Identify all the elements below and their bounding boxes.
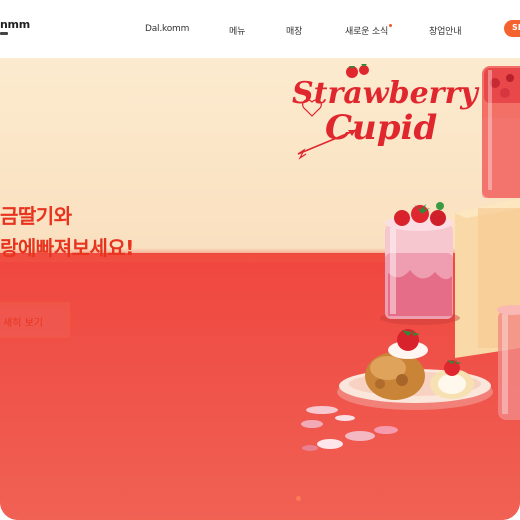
hero-banner: Strawberry Cupid 금딸기와 랑에빠져보세요! 세히 보기 <box>0 58 520 520</box>
hero-headline-line2: 랑에빠져보세요! <box>0 236 134 260</box>
logo-mark <box>0 32 8 35</box>
nav-item-news-label: 새로운 소식 <box>345 27 389 37</box>
drink-glass-right-bottom <box>497 305 520 420</box>
page-frame: nmm Dal.komm 메뉴 매장 새로운 소식 창업안내 SI Strawb… <box>0 0 520 520</box>
heart-petals <box>301 406 398 451</box>
site-logo[interactable]: nmm <box>0 18 30 31</box>
nav-item-franchise[interactable]: 창업안내 <box>429 24 462 37</box>
promo-title-cupid: Cupid <box>325 108 438 148</box>
new-indicator-dot <box>389 24 393 27</box>
nav-item-menu[interactable]: 메뉴 <box>229 24 245 37</box>
drink-glass-right-top <box>482 66 520 198</box>
nav-item-store[interactable]: 매장 <box>286 24 302 37</box>
nav-item-dalkomm[interactable]: Dal.komm <box>145 24 189 34</box>
carousel-indicator-dot[interactable] <box>296 496 301 501</box>
promo-title-strawberry: Strawberry <box>292 76 478 111</box>
drink-glass-strawberry-milk <box>380 202 460 325</box>
nav-item-news[interactable]: 새로운 소식 <box>345 24 393 37</box>
sign-in-button[interactable]: SI <box>504 20 520 37</box>
site-header: nmm Dal.komm 메뉴 매장 새로운 소식 창업안내 SI <box>0 0 520 58</box>
product-illustration <box>297 64 520 451</box>
view-details-button[interactable]: 세히 보기 <box>0 302 70 338</box>
hero-headline-line1: 금딸기와 <box>0 204 72 228</box>
